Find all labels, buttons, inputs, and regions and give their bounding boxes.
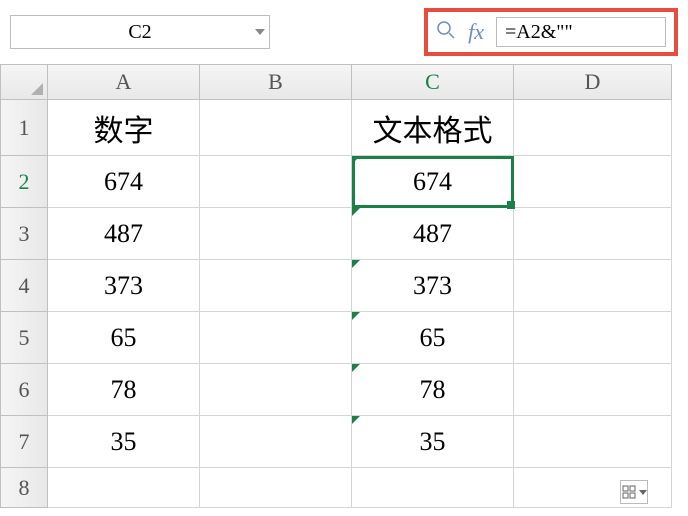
row-header-6[interactable]: 6 — [0, 364, 48, 416]
row-header-1[interactable]: 1 — [0, 100, 48, 156]
cell-D4[interactable] — [514, 260, 672, 312]
paste-options-button[interactable] — [620, 480, 648, 504]
row-header-2[interactable]: 2 — [0, 156, 48, 208]
cell-B5[interactable] — [200, 312, 352, 364]
row-header-3[interactable]: 3 — [0, 208, 48, 260]
formula-highlight-box: fx =A2&"" — [424, 8, 678, 56]
spreadsheet-grid: A B C D 1 数字 文本格式 2 674 674 3 487 487 4 … — [0, 64, 688, 508]
name-box-value: C2 — [128, 21, 151, 44]
cell-B4[interactable] — [200, 260, 352, 312]
cell-C5[interactable]: 65 — [352, 312, 514, 364]
row-header-4[interactable]: 4 — [0, 260, 48, 312]
cell-D8[interactable] — [514, 468, 672, 508]
row-header-8[interactable]: 8 — [0, 468, 48, 508]
cell-C1[interactable]: 文本格式 — [352, 100, 514, 156]
cell-C2[interactable]: 674 — [352, 156, 514, 208]
cell-C7[interactable]: 35 — [352, 416, 514, 468]
col-header-D[interactable]: D — [514, 64, 672, 100]
row-header-5[interactable]: 5 — [0, 312, 48, 364]
cell-D5[interactable] — [514, 312, 672, 364]
cell-A3[interactable]: 487 — [48, 208, 200, 260]
paste-icon — [622, 485, 636, 499]
cell-D6[interactable] — [514, 364, 672, 416]
cell-D3[interactable] — [514, 208, 672, 260]
cell-B7[interactable] — [200, 416, 352, 468]
cell-C8[interactable] — [352, 468, 514, 508]
cell-D1[interactable] — [514, 100, 672, 156]
cell-B3[interactable] — [200, 208, 352, 260]
fx-icon[interactable]: fx — [468, 19, 484, 45]
formula-bar: C2 fx =A2&"" — [0, 0, 688, 64]
cell-B2[interactable] — [200, 156, 352, 208]
cell-B6[interactable] — [200, 364, 352, 416]
cell-A1[interactable]: 数字 — [48, 100, 200, 156]
col-header-C[interactable]: C — [352, 64, 514, 100]
col-header-A[interactable]: A — [48, 64, 200, 100]
formula-text: =A2&"" — [505, 21, 573, 44]
dropdown-icon[interactable] — [255, 29, 265, 35]
col-header-B[interactable]: B — [200, 64, 352, 100]
cell-A5[interactable]: 65 — [48, 312, 200, 364]
cell-A4[interactable]: 373 — [48, 260, 200, 312]
select-all-corner[interactable] — [0, 64, 48, 100]
cell-C6[interactable]: 78 — [352, 364, 514, 416]
cell-A6[interactable]: 78 — [48, 364, 200, 416]
formula-input[interactable]: =A2&"" — [496, 17, 666, 47]
cell-B1[interactable] — [200, 100, 352, 156]
cell-B8[interactable] — [200, 468, 352, 508]
cell-C4[interactable]: 373 — [352, 260, 514, 312]
row-header-7[interactable]: 7 — [0, 416, 48, 468]
cell-C3[interactable]: 487 — [352, 208, 514, 260]
name-box[interactable]: C2 — [10, 15, 270, 49]
search-icon[interactable] — [436, 20, 456, 45]
cell-D7[interactable] — [514, 416, 672, 468]
cell-A8[interactable] — [48, 468, 200, 508]
cell-A2[interactable]: 674 — [48, 156, 200, 208]
cell-A7[interactable]: 35 — [48, 416, 200, 468]
cell-D2[interactable] — [514, 156, 672, 208]
